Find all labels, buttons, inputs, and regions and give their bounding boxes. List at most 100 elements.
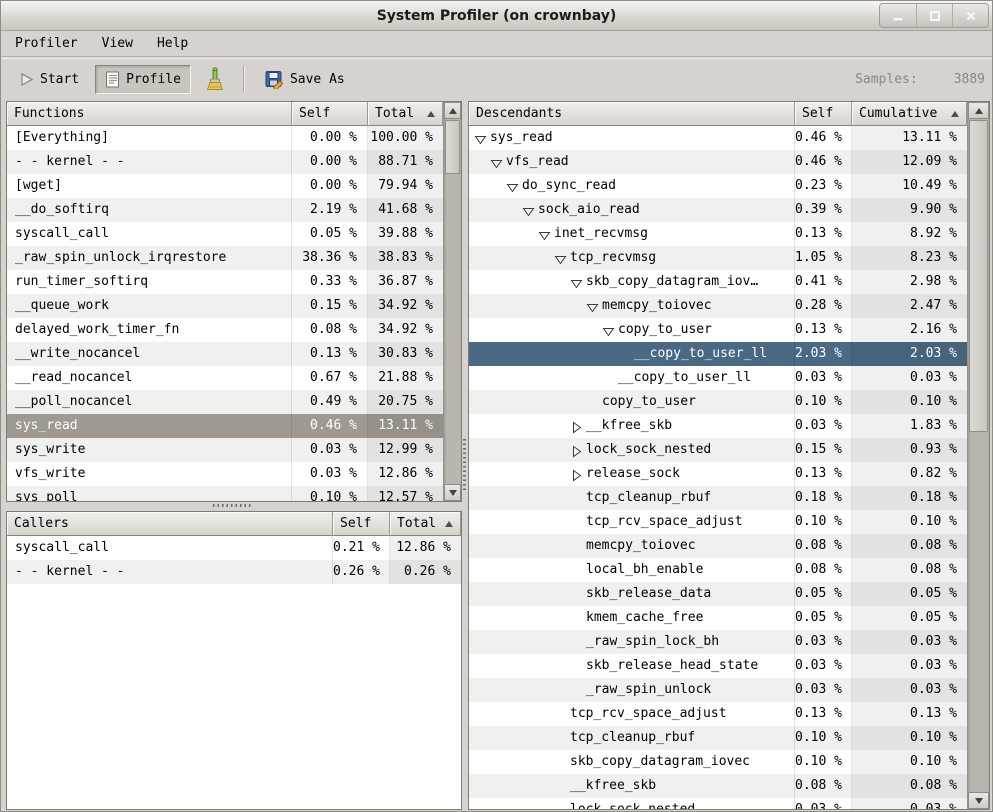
tree-row[interactable]: tcp_recvmsg1.05 %8.23 % <box>469 246 967 270</box>
expander-closed-icon[interactable] <box>570 419 583 432</box>
function-name-cell: __poll_nocancel <box>7 390 292 414</box>
scroll-up-button[interactable] <box>968 102 989 119</box>
reset-brush-button[interactable] <box>197 63 233 95</box>
descendant-name-cell: tcp_recvmsg <box>469 246 795 270</box>
table-row[interactable]: [wget]0.00 %79.94 % <box>7 174 443 198</box>
total-value-cell: 39.88 % <box>368 222 443 246</box>
expander-open-icon[interactable] <box>554 251 567 264</box>
tree-row[interactable]: inet_recvmsg0.13 %8.92 % <box>469 222 967 246</box>
tree-row[interactable]: memcpy_toiovec0.08 %0.08 % <box>469 534 967 558</box>
scroll-up-button[interactable] <box>444 102 461 119</box>
table-row[interactable]: vfs_write0.03 %12.86 % <box>7 462 443 486</box>
total-value-cell: 21.88 % <box>368 366 443 390</box>
minimize-button[interactable] <box>880 4 916 27</box>
tree-row[interactable]: copy_to_user0.13 %2.16 % <box>469 318 967 342</box>
self-value-cell: 0.03 % <box>795 798 852 809</box>
menu-help[interactable]: Help <box>151 34 194 53</box>
tree-row[interactable]: sys_read0.46 %13.11 % <box>469 126 967 150</box>
table-row[interactable]: __write_nocancel0.13 %30.83 % <box>7 342 443 366</box>
table-row[interactable]: __queue_work0.15 %34.92 % <box>7 294 443 318</box>
expander-closed-icon[interactable] <box>570 443 583 456</box>
horizontal-splitter-grip[interactable] <box>213 504 253 507</box>
vertical-splitter-grip[interactable] <box>463 439 466 493</box>
tree-row[interactable]: __copy_to_user_ll0.03 %0.03 % <box>469 366 967 390</box>
scroll-down-button[interactable] <box>968 792 989 809</box>
expander-open-icon[interactable] <box>490 155 503 168</box>
descendants-scrollbar[interactable] <box>967 102 989 809</box>
tree-row[interactable]: __kfree_skb0.03 %1.83 % <box>469 414 967 438</box>
expander-open-icon[interactable] <box>538 227 551 240</box>
functions-self-column-header[interactable]: Self <box>292 102 368 126</box>
table-row[interactable]: sys_write0.03 %12.99 % <box>7 438 443 462</box>
callers-total-column-header[interactable]: Total <box>390 512 461 536</box>
table-row[interactable]: delayed_work_timer_fn0.08 %34.92 % <box>7 318 443 342</box>
expander-open-icon[interactable] <box>522 203 535 216</box>
descendants-cumulative-column-header[interactable]: Cumulative <box>852 102 967 126</box>
tree-row[interactable]: lock_sock_nested0.15 %0.93 % <box>469 438 967 462</box>
expander-open-icon[interactable] <box>474 131 487 144</box>
table-row[interactable]: [Everything]0.00 %100.00 % <box>7 126 443 150</box>
tree-row[interactable]: local_bh_enable0.08 %0.08 % <box>469 558 967 582</box>
expander-closed-icon[interactable] <box>570 467 583 480</box>
tree-row[interactable]: tcp_cleanup_rbuf0.18 %0.18 % <box>469 486 967 510</box>
tree-row[interactable]: memcpy_toiovec0.28 %2.47 % <box>469 294 967 318</box>
tree-row[interactable]: skb_release_data0.05 %0.05 % <box>469 582 967 606</box>
tree-row[interactable]: sock_aio_read0.39 %9.90 % <box>469 198 967 222</box>
expander-open-icon[interactable] <box>570 275 583 288</box>
callers-table-body: syscall_call0.21 %12.86 %- - kernel - -0… <box>7 536 461 809</box>
tree-row[interactable]: vfs_read0.46 %12.09 % <box>469 150 967 174</box>
table-row[interactable]: __read_nocancel0.67 %21.88 % <box>7 366 443 390</box>
tree-row[interactable]: copy_to_user0.10 %0.10 % <box>469 390 967 414</box>
tree-row[interactable]: release_sock0.13 %0.82 % <box>469 462 967 486</box>
tree-row[interactable]: skb_copy_datagram_iov…0.41 %2.98 % <box>469 270 967 294</box>
close-button[interactable] <box>952 4 988 27</box>
self-value-cell: 0.23 % <box>795 174 852 198</box>
functions-header-label: Functions <box>14 106 84 121</box>
functions-total-column-header[interactable]: Total <box>368 102 443 126</box>
expander-open-icon[interactable] <box>506 179 519 192</box>
descendants-self-column-header[interactable]: Self <box>795 102 852 126</box>
menu-view[interactable]: View <box>96 34 139 53</box>
scrollbar-thumb[interactable] <box>969 120 988 432</box>
callers-self-column-header[interactable]: Self <box>333 512 390 536</box>
callers-column-header[interactable]: Callers <box>7 512 333 536</box>
descendants-column-header[interactable]: Descendants <box>469 102 795 126</box>
tree-row[interactable]: tcp_cleanup_rbuf0.10 %0.10 % <box>469 726 967 750</box>
tree-row[interactable]: skb_release_head_state0.03 %0.03 % <box>469 654 967 678</box>
tree-row[interactable]: _raw_spin_lock_bh0.03 %0.03 % <box>469 630 967 654</box>
tree-row[interactable]: kmem_cache_free0.05 %0.05 % <box>469 606 967 630</box>
expander-open-icon[interactable] <box>602 323 615 336</box>
table-row[interactable]: syscall_call0.21 %12.86 % <box>7 536 461 560</box>
table-row[interactable]: __do_softirq2.19 %41.68 % <box>7 198 443 222</box>
tree-row[interactable]: do_sync_read0.23 %10.49 % <box>469 174 967 198</box>
table-row[interactable]: - - kernel - -0.00 %88.71 % <box>7 150 443 174</box>
table-row[interactable]: sys_read0.46 %13.11 % <box>7 414 443 438</box>
titlebar[interactable]: System Profiler (on crownbay) <box>1 1 992 31</box>
table-row[interactable]: _raw_spin_unlock_irqrestore38.36 %38.83 … <box>7 246 443 270</box>
tree-row[interactable]: __kfree_skb0.08 %0.08 % <box>469 774 967 798</box>
table-row[interactable]: syscall_call0.05 %39.88 % <box>7 222 443 246</box>
menu-profiler[interactable]: Profiler <box>9 34 84 53</box>
self-value-cell: 0.46 % <box>795 126 852 150</box>
table-row[interactable]: - - kernel - -0.26 %0.26 % <box>7 560 461 584</box>
save-as-button[interactable]: Save As <box>255 64 355 95</box>
tree-row[interactable]: skb_copy_datagram_iovec0.10 %0.10 % <box>469 750 967 774</box>
tree-row[interactable]: _raw_spin_unlock0.03 %0.03 % <box>469 678 967 702</box>
functions-column-header[interactable]: Functions <box>7 102 292 126</box>
tree-row[interactable]: tcp_rcv_space_adjust0.10 %0.10 % <box>469 510 967 534</box>
scroll-down-button[interactable] <box>444 484 461 501</box>
table-row[interactable]: run_timer_softirq0.33 %36.87 % <box>7 270 443 294</box>
self-value-cell: 0.18 % <box>795 486 852 510</box>
tree-row[interactable]: lock_sock_nested0.03 %0.03 % <box>469 798 967 809</box>
descendant-name-cell: tcp_rcv_space_adjust <box>469 510 795 534</box>
functions-scrollbar[interactable] <box>443 102 461 501</box>
table-row[interactable]: __poll_nocancel0.49 %20.75 % <box>7 390 443 414</box>
start-button[interactable]: Start <box>9 66 89 93</box>
table-row[interactable]: sys_poll0.10 %12.57 % <box>7 486 443 501</box>
expander-open-icon[interactable] <box>586 299 599 312</box>
scrollbar-thumb[interactable] <box>445 120 460 174</box>
profile-toggle-button[interactable]: Profile <box>95 65 191 94</box>
maximize-button[interactable] <box>916 4 952 27</box>
tree-row[interactable]: __copy_to_user_ll2.03 %2.03 % <box>469 342 967 366</box>
tree-row[interactable]: tcp_rcv_space_adjust0.13 %0.13 % <box>469 702 967 726</box>
